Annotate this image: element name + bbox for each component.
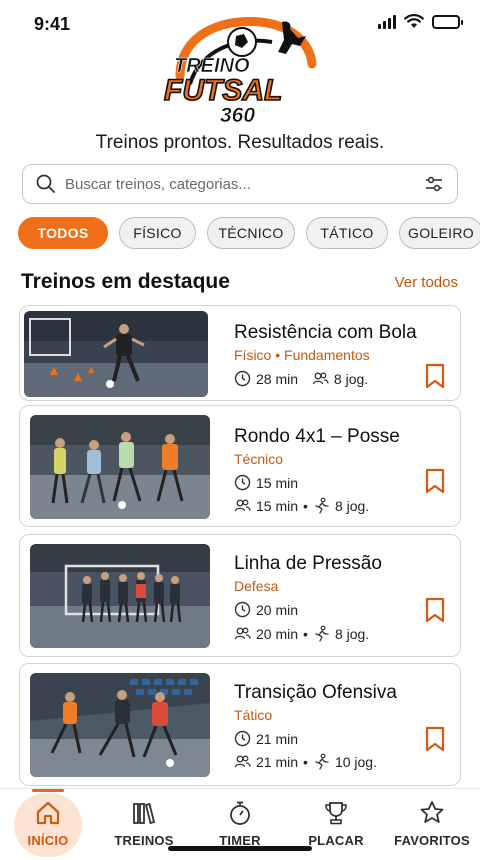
training-thumbnail	[24, 311, 208, 397]
chip-tecnico[interactable]: TÉCNICO	[207, 217, 295, 249]
running-player-icon	[315, 753, 329, 770]
home-icon	[36, 801, 60, 825]
chip-fisico[interactable]: FÍSICO	[119, 217, 196, 249]
nav-label: PLACAR	[308, 833, 364, 848]
card-duration-row: 21 min	[234, 730, 298, 747]
search-bar[interactable]: Buscar treinos, categorias...	[22, 164, 458, 204]
card-duration: 20 min	[256, 601, 299, 618]
players-icon	[312, 372, 329, 385]
nav-item-favoritos[interactable]: FAVORITOS	[384, 789, 480, 860]
bookmark-icon[interactable]	[424, 597, 446, 623]
filter-chips: TODOS FÍSICO TÉCNICO TÁTICO GOLEIRO	[18, 217, 480, 249]
see-all-link[interactable]: Ver todos	[395, 274, 458, 291]
card-time-repeat: 20 min	[256, 625, 299, 642]
star-icon	[420, 801, 444, 823]
home-indicator	[168, 846, 312, 851]
stopwatch-icon	[230, 801, 250, 825]
wifi-icon	[404, 14, 424, 28]
bookmark-icon[interactable]	[424, 363, 446, 389]
chip-goleiro[interactable]: GOLEIRO	[399, 217, 480, 249]
card-duration: 21 min	[256, 730, 299, 747]
section-title: Treinos em destaque	[21, 270, 230, 293]
card-title: Linha de Pressão	[234, 553, 382, 574]
card-meta: 15 min • 8 jog.	[234, 497, 369, 514]
search-input[interactable]: Buscar treinos, categorias...	[65, 176, 423, 193]
running-player-icon	[315, 497, 329, 514]
card-duration-row: 15 min	[234, 474, 298, 491]
card-duration-row: 20 min	[234, 601, 298, 618]
training-card[interactable]: Linha de Pressão Defesa 20 min 20 min • …	[19, 534, 461, 657]
card-players: 8 jog.	[334, 497, 370, 514]
running-player-icon	[315, 625, 329, 642]
chip-todos[interactable]: TODOS	[18, 217, 108, 249]
players-icon	[234, 627, 251, 640]
training-thumbnail	[30, 415, 210, 519]
training-thumbnail	[30, 673, 210, 777]
battery-icon	[432, 14, 463, 29]
filter-sliders-icon[interactable]	[423, 173, 445, 195]
card-players: 8 jog.	[334, 625, 370, 642]
card-title: Resistência com Bola	[234, 322, 417, 343]
chip-tatico[interactable]: TÁTICO	[306, 217, 388, 249]
cellular-signal-icon	[378, 14, 396, 29]
card-meta: 21 min • 10 jog.	[234, 753, 377, 770]
card-title: Rondo 4x1 – Posse	[234, 426, 400, 447]
nav-label: TREINOS	[114, 833, 174, 848]
training-card[interactable]: Transição Ofensiva Tático 21 min 21 min …	[19, 663, 461, 786]
clock-icon	[234, 601, 251, 618]
card-meta: 28 min 8 jog.	[234, 370, 368, 387]
bookmark-icon[interactable]	[424, 468, 446, 494]
tagline: Treinos prontos. Resultados reais.	[95, 132, 385, 153]
card-category: Técnico	[234, 451, 284, 467]
trophy-icon	[325, 802, 347, 825]
players-icon	[234, 755, 251, 768]
card-time-repeat: 21 min	[256, 753, 299, 770]
search-icon	[36, 174, 55, 193]
books-icon	[133, 802, 156, 825]
nav-label: INÍCIO	[27, 833, 69, 848]
card-meta: 20 min • 8 jog.	[234, 625, 369, 642]
card-category: Tático	[234, 707, 273, 723]
card-category: Defesa	[234, 578, 279, 594]
nav-label: FAVORITOS	[394, 833, 470, 848]
card-category: Físico • Fundamentos	[234, 347, 370, 363]
card-players: 10 jog.	[334, 753, 377, 770]
logo-text-line2: FUTSAL	[164, 74, 282, 107]
clock-icon	[234, 370, 251, 387]
card-title: Transição Ofensiva	[234, 682, 397, 703]
card-players: 8 jog.	[333, 370, 369, 387]
status-icons	[378, 14, 463, 29]
nav-item-inicio[interactable]: INÍCIO	[0, 789, 96, 860]
card-duration: 28 min	[256, 370, 299, 387]
players-icon	[234, 499, 251, 512]
training-card[interactable]: Rondo 4x1 – Posse Técnico 15 min 15 min …	[19, 405, 461, 527]
training-card[interactable]: Resistência com Bola Físico • Fundamento…	[19, 305, 461, 401]
status-time: 9:41	[34, 14, 71, 34]
training-thumbnail	[30, 544, 210, 648]
clock-icon	[234, 730, 251, 747]
card-time-repeat: 15 min	[256, 497, 299, 514]
app-logo: TREINO FUTSAL 360	[163, 16, 317, 126]
card-duration: 15 min	[256, 474, 299, 491]
logo-text-line3: 360	[220, 104, 255, 126]
bookmark-icon[interactable]	[424, 726, 446, 752]
clock-icon	[234, 474, 251, 491]
